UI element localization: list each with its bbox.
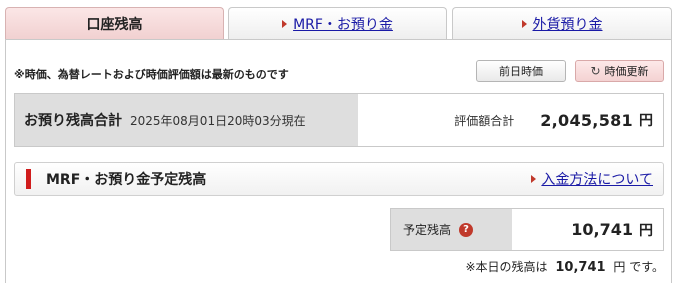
valuation-total: 2,045,581 (540, 110, 633, 130)
refresh-icon: ↻ (590, 64, 601, 78)
refresh-price-button[interactable]: ↻ 時価更新 (575, 60, 664, 82)
scheduled-balance-box: 予定残高 ? 10,741 円 (390, 208, 664, 251)
scheduled-value-area: 10,741 円 (512, 209, 663, 250)
section-title: MRF・お預り金予定残高 (46, 172, 207, 188)
scheduled-value: 10,741 (571, 220, 633, 239)
triangle-right-icon (521, 20, 527, 28)
tab-bar: 口座残高 MRF・お預り金 外貨預り金 (5, 7, 672, 40)
triangle-right-icon (531, 175, 537, 183)
button-label: 時価更新 (604, 65, 649, 78)
notice-text: ※時価、為替レートおよび時価評価額は最新のものです (14, 68, 289, 81)
tab-label: MRF・お預り金 (293, 17, 393, 33)
tab-label: 外貨預り金 (532, 17, 603, 33)
as-of-timestamp: 2025年08月01日20時03分現在 (130, 113, 306, 128)
total-title: お預り残高合計 (24, 113, 122, 129)
scheduled-label: 予定残高 (403, 223, 452, 237)
tab-link[interactable]: MRF・お預り金 (282, 14, 393, 34)
deposit-methods-link[interactable]: 入金方法について (531, 169, 653, 189)
scheduled-header: 予定残高 ? (391, 209, 512, 250)
tab-label: 口座残高 (86, 17, 143, 33)
tab-account-balance[interactable]: 口座残高 (5, 7, 224, 40)
total-value-area: 評価額合計 2,045,581 円 (358, 94, 663, 146)
mrf-section-header: MRF・お預り金予定残高 入金方法について (14, 162, 664, 196)
currency-unit: 円 (639, 113, 653, 129)
help-icon[interactable]: ? (459, 222, 474, 237)
triangle-right-icon (282, 20, 288, 28)
tab-mrf-deposits[interactable]: MRF・お預り金 (228, 7, 447, 40)
total-header: お預り残高合計 2025年08月01日20時03分現在 (15, 94, 358, 146)
tab-link[interactable]: 外貨預り金 (521, 14, 603, 34)
currency-unit: 円 (639, 222, 653, 239)
total-balance-box: お預り残高合計 2025年08月01日20時03分現在 評価額合計 2,045,… (14, 93, 664, 147)
note-suffix: 円 です。 (613, 260, 664, 274)
note-prefix: ※本日の残高は (465, 260, 548, 274)
prev-day-price-button[interactable]: 前日時価 (476, 60, 566, 82)
link-label: 入金方法について (541, 172, 653, 188)
tab-foreign-deposits[interactable]: 外貨預り金 (452, 7, 672, 40)
today-balance-value: 10,741 (555, 260, 606, 275)
button-label: 前日時価 (499, 65, 543, 78)
section-marker (26, 169, 31, 189)
valuation-label: 評価額合計 (454, 113, 515, 128)
today-balance-note: ※本日の残高は 10,741 円 です。 (465, 258, 664, 275)
